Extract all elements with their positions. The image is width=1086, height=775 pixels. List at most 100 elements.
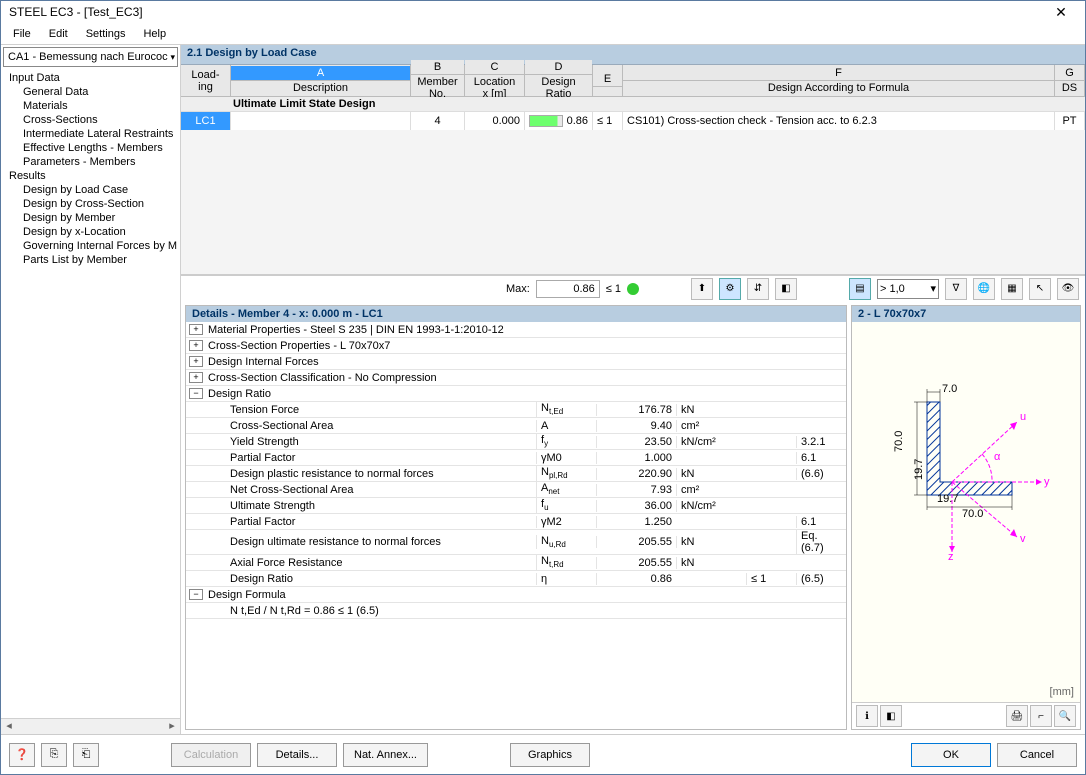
color-button[interactable]: ◧ [775, 278, 797, 300]
detail-row: Cross-Sectional AreaA9.40cm² [186, 418, 846, 434]
plus-icon: + [189, 372, 203, 383]
detail-group[interactable]: +Cross-Section Classification - No Compr… [186, 370, 846, 386]
excel-button[interactable]: ▦ [1001, 278, 1023, 300]
case-combo[interactable]: CA1 - Bemessung nach Eurococ ▾ [3, 47, 178, 67]
menu-bar: File Edit Settings Help [1, 23, 1085, 45]
preview-title: 2 - L 70x70x7 [852, 306, 1080, 322]
eye-button[interactable]: 👁 [1057, 278, 1079, 300]
select-button[interactable]: ↖ [1029, 278, 1051, 300]
cancel-button[interactable]: Cancel [997, 743, 1077, 767]
tree-item[interactable]: General Data [1, 85, 180, 99]
nav-tree: Input Data General Data Materials Cross-… [1, 69, 180, 718]
window-title: STEEL EC3 - [Test_EC3] [9, 5, 143, 19]
detail-row: Net Cross-Sectional AreaAnet7.93cm² [186, 482, 846, 498]
result-grid: Load- ing ADescription BMember No. CLoca… [181, 65, 1085, 275]
detail-row: Partial FactorγM21.2506.1 [186, 514, 846, 530]
tree-item[interactable]: Design by x-Location [1, 225, 180, 239]
svg-text:19.7: 19.7 [937, 493, 958, 505]
ratio-bar [529, 115, 563, 127]
tree-item[interactable]: Design by Load Case [1, 183, 180, 197]
svg-text:70.0: 70.0 [962, 508, 983, 520]
tree-item[interactable]: Intermediate Lateral Restraints [1, 127, 180, 141]
info-button[interactable]: ℹ [856, 705, 878, 727]
colorscale-button[interactable]: ▤ [849, 278, 871, 300]
detail-formula: N t,Ed / N t,Rd = 0.86 ≤ 1 (6.5) [186, 603, 846, 619]
details-title: Details - Member 4 - x: 0.000 m - LC1 [186, 306, 846, 322]
section-props-button[interactable]: ◧ [880, 705, 902, 727]
detail-row: Partial FactorγM01.0006.1 [186, 450, 846, 466]
relation-button[interactable]: ⇵ [747, 278, 769, 300]
ok-button[interactable]: OK [911, 743, 991, 767]
export-button[interactable]: ⎘ [41, 743, 67, 767]
grid-data-row[interactable]: LC1 4 0.000 0.86 ≤ 1 CS101) Cross-sectio… [181, 112, 1085, 130]
detail-row: Yield Strengthfy23.50kN/cm²3.2.1 [186, 434, 846, 450]
detail-group[interactable]: +Cross-Section Properties - L 70x70x7 [186, 338, 846, 354]
minus-icon: − [189, 388, 203, 399]
svg-text:α: α [994, 451, 1001, 463]
status-ok-icon [627, 283, 639, 295]
cell-loadcase: LC1 [181, 112, 231, 130]
import-button[interactable]: ⎗ [73, 743, 99, 767]
sort-asc-button[interactable]: ⬆ [691, 278, 713, 300]
details-panel: Details - Member 4 - x: 0.000 m - LC1 +M… [185, 305, 847, 730]
menu-settings[interactable]: Settings [78, 26, 134, 42]
print-button[interactable]: 🖨 [1006, 705, 1028, 727]
graphics-button[interactable]: Graphics [510, 743, 590, 767]
axes-button[interactable]: ⌐ [1030, 705, 1052, 727]
max-value: 0.86 [536, 280, 600, 298]
detail-row: Design plastic resistance to normal forc… [186, 466, 846, 482]
nat-annex-button[interactable]: Nat. Annex... [343, 743, 428, 767]
help-button[interactable]: ❓ [9, 743, 35, 767]
sidebar-hscroll[interactable]: ◂▸ [1, 718, 180, 734]
detail-row: Ultimate Strengthfu36.00kN/cm² [186, 498, 846, 514]
tree-item[interactable]: Design by Member [1, 211, 180, 225]
tree-item[interactable]: Parts List by Member [1, 253, 180, 267]
plus-icon: + [189, 340, 203, 351]
menu-file[interactable]: File [5, 26, 39, 42]
detail-group-open[interactable]: −Design Ratio [186, 386, 846, 402]
plus-icon: + [189, 324, 203, 335]
calculation-button[interactable]: Calculation [171, 743, 251, 767]
filter-button[interactable]: ⚙ [719, 278, 741, 300]
tree-item[interactable]: Design by Cross-Section [1, 197, 180, 211]
svg-text:70.0: 70.0 [893, 431, 905, 452]
detail-row: Tension ForceNt,Ed176.78kN [186, 402, 846, 418]
svg-text:y: y [1044, 476, 1050, 488]
tree-results[interactable]: Results [1, 169, 180, 183]
menu-help[interactable]: Help [135, 26, 174, 42]
navigator-sidebar: CA1 - Bemessung nach Eurococ ▾ Input Dat… [1, 45, 181, 734]
detail-row: Axial Force ResistanceNt,Rd205.55kN [186, 555, 846, 571]
svg-text:z: z [948, 551, 954, 562]
scale-select[interactable]: > 1,0▾ [877, 279, 939, 299]
view-button[interactable]: 🌐 [973, 278, 995, 300]
preview-unit: [mm] [1050, 686, 1074, 698]
detail-row: Design Ratioη0.86≤ 1(6.5) [186, 571, 846, 587]
close-button[interactable]: ✕ [1041, 2, 1081, 22]
section-preview: 2 - L 70x70x7 [851, 305, 1081, 730]
detail-group[interactable]: +Material Properties - Steel S 235 | DIN… [186, 322, 846, 338]
detail-group-open[interactable]: −Design Formula [186, 587, 846, 603]
title-bar: STEEL EC3 - [Test_EC3] ✕ [1, 1, 1085, 23]
svg-text:v: v [1020, 533, 1026, 545]
grid-group-row: Ultimate Limit State Design [181, 97, 1085, 112]
tree-item[interactable]: Parameters - Members [1, 155, 180, 169]
preview-canvas[interactable]: y z u v α 70.0 7.0 [852, 322, 1080, 702]
detail-group[interactable]: +Design Internal Forces [186, 354, 846, 370]
dialog-footer: ❓ ⎘ ⎗ Calculation Details... Nat. Annex.… [1, 734, 1085, 774]
tree-item[interactable]: Cross-Sections [1, 113, 180, 127]
max-label: Max: [506, 283, 530, 295]
tree-item[interactable]: Governing Internal Forces by M [1, 239, 180, 253]
filter-funnel-button[interactable]: ∇ [945, 278, 967, 300]
svg-text:19.7: 19.7 [913, 459, 925, 480]
menu-edit[interactable]: Edit [41, 26, 76, 42]
svg-text:7.0: 7.0 [942, 383, 957, 395]
tree-item[interactable]: Materials [1, 99, 180, 113]
panel-title: 2.1 Design by Load Case [181, 45, 1085, 65]
minus-icon: − [189, 589, 203, 600]
details-button[interactable]: Details... [257, 743, 337, 767]
tree-input-data[interactable]: Input Data [1, 71, 180, 85]
tree-item[interactable]: Effective Lengths - Members [1, 141, 180, 155]
chevron-down-icon: ▾ [170, 52, 175, 63]
zoom-button[interactable]: 🔍 [1054, 705, 1076, 727]
plus-icon: + [189, 356, 203, 367]
